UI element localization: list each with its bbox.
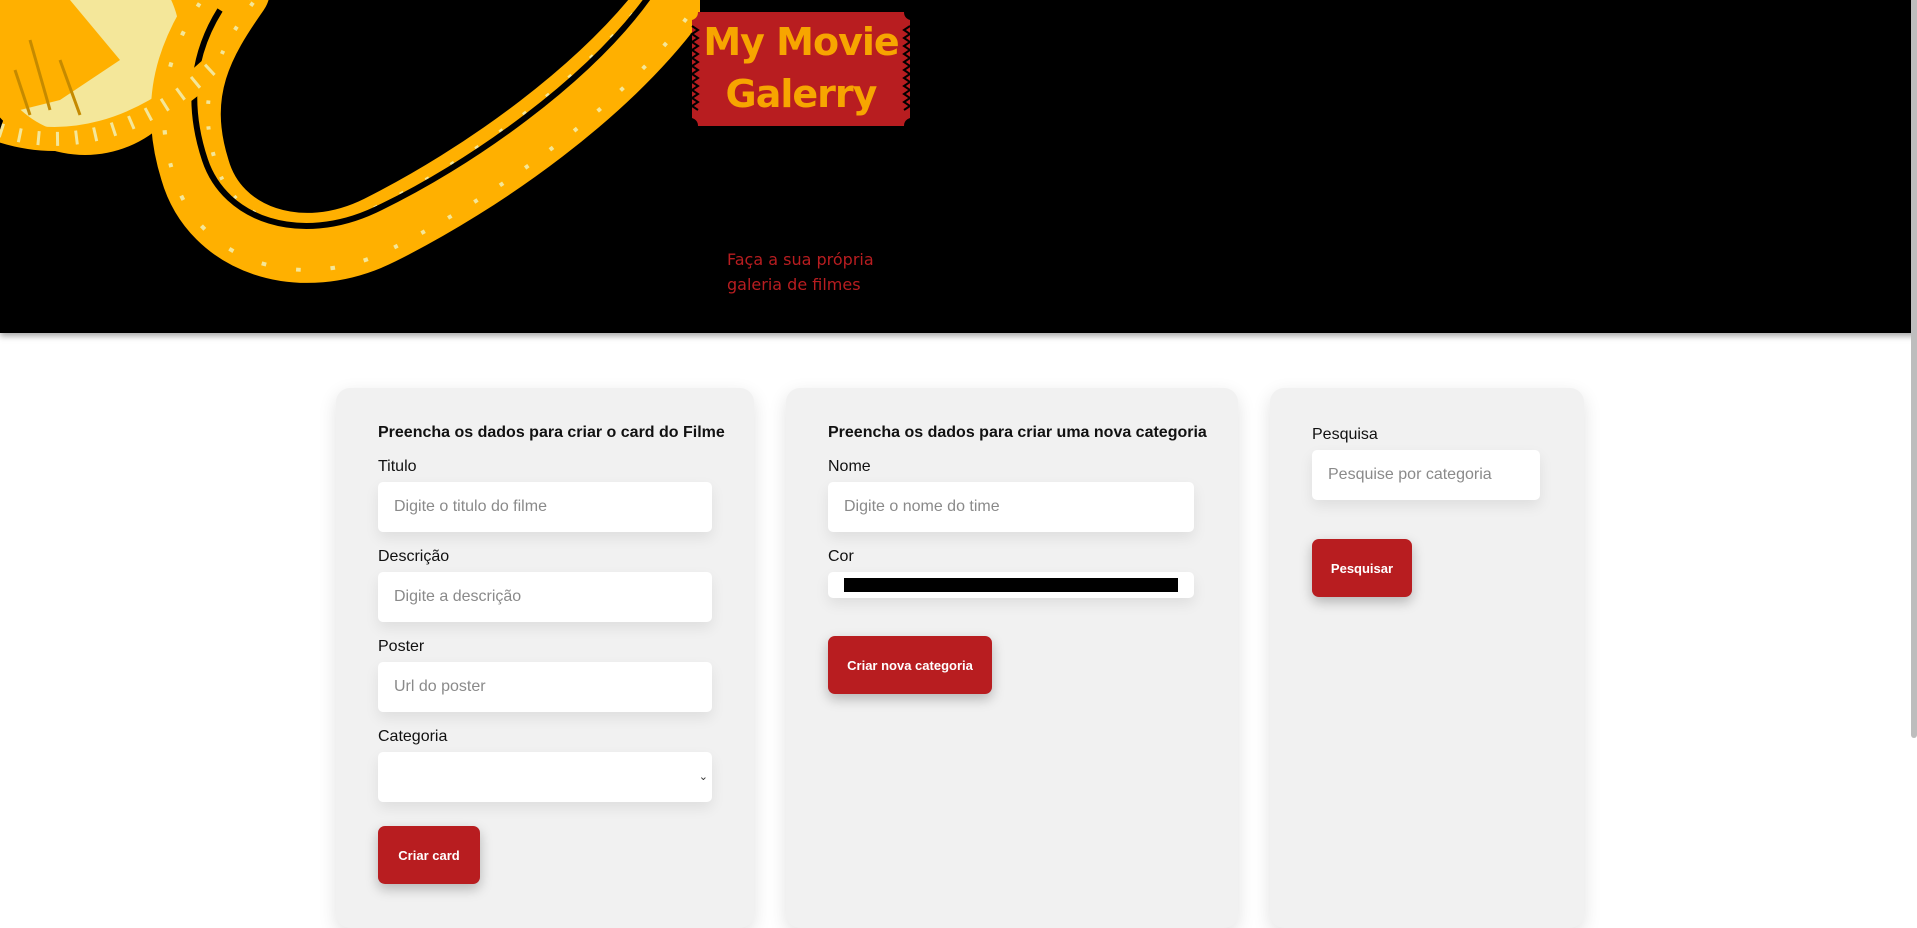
titulo-label: Titulo <box>378 458 417 475</box>
logo-ticket: My Movie Galerry <box>690 8 912 130</box>
cor-color-picker[interactable] <box>828 572 1194 598</box>
nome-input[interactable] <box>828 482 1194 532</box>
category-form-title: Preencha os dados para criar uma nova ca… <box>828 424 1207 441</box>
color-swatch <box>844 578 1178 592</box>
movie-card-form: Preencha os dados para criar o card do F… <box>336 388 754 928</box>
category-form: Preencha os dados para criar uma nova ca… <box>786 388 1238 928</box>
descricao-label: Descrição <box>378 548 450 565</box>
page-scrollbar[interactable] <box>1911 0 1917 738</box>
criar-card-button[interactable]: Criar card <box>378 826 480 884</box>
site-title-line1: My Movie <box>703 20 899 64</box>
categoria-label: Categoria <box>378 728 448 745</box>
pesquisa-label: Pesquisa <box>1312 426 1378 443</box>
tagline: Faça a sua própria galeria de filmes <box>727 250 874 294</box>
site-header: My Movie Galerry Faça a sua própria gale… <box>0 0 1917 333</box>
site-title: My Movie Galerry <box>690 16 912 120</box>
chevron-down-icon: ⌄ <box>698 771 708 783</box>
search-input[interactable] <box>1312 450 1540 500</box>
poster-input[interactable] <box>378 662 712 712</box>
cor-label: Cor <box>828 548 854 565</box>
film-reel-illustration <box>0 0 700 283</box>
criar-categoria-button[interactable]: Criar nova categoria <box>828 636 992 694</box>
titulo-input[interactable] <box>378 482 712 532</box>
descricao-input[interactable] <box>378 572 712 622</box>
pesquisar-button[interactable]: Pesquisar <box>1312 539 1412 597</box>
poster-label: Poster <box>378 638 425 655</box>
categoria-select[interactable]: ⌄ <box>378 752 712 802</box>
nome-label: Nome <box>828 458 871 475</box>
site-title-line2: Galerry <box>725 72 878 116</box>
search-form: Pesquisa Pesquisar <box>1270 388 1584 928</box>
movie-form-title: Preencha os dados para criar o card do F… <box>378 424 725 441</box>
